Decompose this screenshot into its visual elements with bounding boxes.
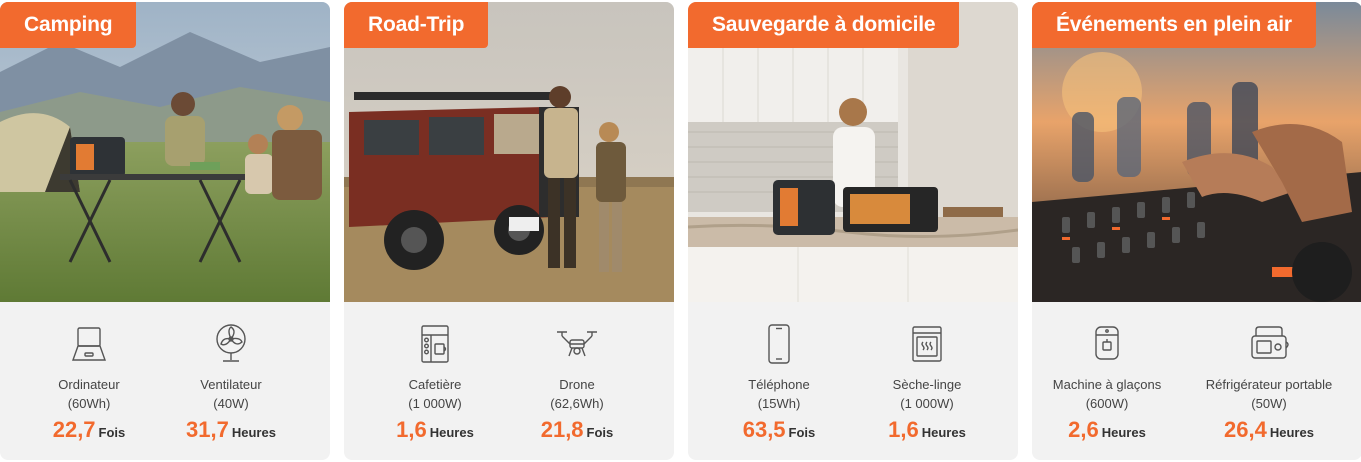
card-home-backup: Sauvegarde à domicile Téléphone (15Wh) 6… bbox=[688, 2, 1018, 460]
runtime-value: 26,4 Heures bbox=[1194, 416, 1344, 447]
device-power: (1 000W) bbox=[408, 396, 462, 411]
runtime-unit: Heures bbox=[1269, 425, 1314, 440]
stat-ice-machine: Machine à glaçons (600W) 2,6 Heures bbox=[1032, 302, 1182, 460]
runtime-number: 31,7 bbox=[186, 417, 229, 442]
laptop-icon bbox=[67, 322, 111, 366]
stat-fan: Ventilateur (40W) 31,7 Heures bbox=[156, 302, 306, 460]
runtime-unit: Fois bbox=[586, 425, 614, 440]
stats-panel: Téléphone (15Wh) 63,5 Fois Sèche-linge (1… bbox=[688, 302, 1018, 460]
phone-icon bbox=[757, 322, 801, 366]
runtime-value: 31,7 Heures bbox=[156, 416, 306, 447]
runtime-unit: Fois bbox=[788, 425, 816, 440]
ice-machine-icon bbox=[1085, 322, 1129, 366]
card-title: Événements en plein air bbox=[1032, 2, 1316, 48]
runtime-number: 26,4 bbox=[1224, 417, 1267, 442]
device-name: Sèche-linge bbox=[892, 377, 962, 392]
runtime-value: 1,6 Heures bbox=[852, 416, 1002, 447]
runtime-number: 63,5 bbox=[742, 417, 786, 442]
runtime-number: 21,8 bbox=[540, 417, 584, 442]
device-name: Drone bbox=[559, 377, 595, 392]
runtime-value: 22,7 Fois bbox=[14, 416, 164, 447]
runtime-number: 2,6 bbox=[1068, 417, 1099, 442]
runtime-unit: Heures bbox=[429, 425, 474, 440]
device-power: (600W) bbox=[1085, 396, 1129, 411]
device-name: Machine à glaçons bbox=[1052, 377, 1162, 392]
device-name: Ordinateur bbox=[58, 377, 120, 392]
card-road-trip: Road-Trip Cafetière (1 000W) 1,6Heures bbox=[344, 2, 674, 460]
stats-panel: Ordinateur (60Wh) 22,7 Fois Ventilateur (… bbox=[0, 302, 330, 460]
drone-icon bbox=[555, 322, 599, 366]
stat-phone: Téléphone (15Wh) 63,5 Fois bbox=[704, 302, 854, 460]
stat-drone: Drone (62,6Wh) 21,8 Fois bbox=[502, 302, 652, 460]
device-name: Réfrigérateur portable bbox=[1205, 377, 1333, 392]
runtime-unit: Fois bbox=[98, 425, 126, 440]
device-power: (1 000W) bbox=[900, 396, 954, 411]
card-outdoor-events: Événements en plein air Machine à glaçon… bbox=[1032, 2, 1361, 460]
card-title: Sauvegarde à domicile bbox=[688, 2, 960, 48]
card-camping: Camping Ordinateur (60Wh) 22,7 Fois Vent… bbox=[0, 2, 330, 460]
device-name: Ventilateur bbox=[200, 377, 262, 392]
stat-coffee-maker: Cafetière (1 000W) 1,6 Heures bbox=[360, 302, 510, 460]
fan-icon bbox=[209, 322, 253, 366]
device-name: Cafetière bbox=[408, 377, 462, 392]
stat-dryer: Sèche-linge (1 000W) 1,6 Heures bbox=[852, 302, 1002, 460]
device-power: (60Wh) bbox=[67, 396, 111, 411]
runtime-number: 1,6 bbox=[396, 417, 427, 442]
runtime-unit: Heures bbox=[921, 425, 966, 440]
runtime-unit: Heures bbox=[231, 425, 276, 440]
runtime-value: 21,8 Fois bbox=[502, 416, 652, 447]
stat-portable-fridge: Réfrigérateur portable (50W) 26,4 Heures bbox=[1194, 302, 1344, 460]
device-power: (50W) bbox=[1251, 396, 1287, 411]
runtime-unit: Heures bbox=[1101, 425, 1146, 440]
runtime-value: 1,6 Heures bbox=[360, 416, 510, 447]
device-name: Téléphone bbox=[748, 377, 810, 392]
coffee-maker-icon bbox=[413, 322, 457, 366]
device-power: (62,6Wh) bbox=[550, 396, 604, 411]
card-title: Road-Trip bbox=[344, 2, 489, 48]
device-power: (40W) bbox=[213, 396, 249, 411]
runtime-number: 22,7 bbox=[52, 417, 96, 442]
stats-panel: Cafetière (1 000W) 1,6 Heures Drone (62,6… bbox=[344, 302, 674, 460]
stats-panel: Machine à glaçons (600W) 2,6 Heures Réfri… bbox=[1032, 302, 1361, 460]
runtime-value: 2,6 Heures bbox=[1032, 416, 1182, 447]
runtime-number: 1,6 bbox=[888, 417, 919, 442]
runtime-value: 63,5 Fois bbox=[704, 416, 854, 447]
card-title: Camping bbox=[0, 2, 137, 48]
portable-fridge-icon bbox=[1247, 322, 1291, 366]
device-power: (15Wh) bbox=[757, 396, 801, 411]
dryer-icon bbox=[905, 322, 949, 366]
stat-laptop: Ordinateur (60Wh) 22,7 Fois bbox=[14, 302, 164, 460]
